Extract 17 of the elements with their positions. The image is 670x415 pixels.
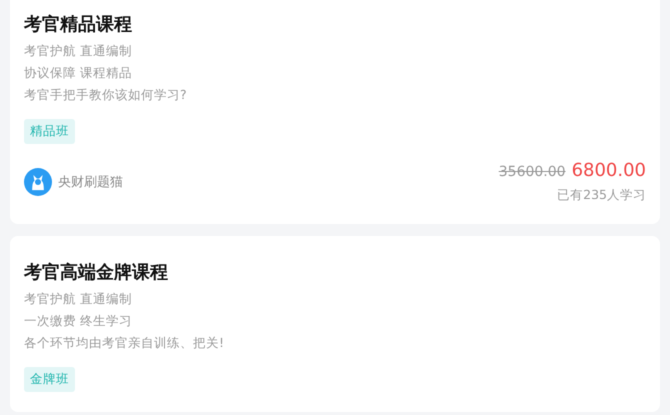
price: 6800.00 xyxy=(572,160,646,181)
learner-count: 已有235人学习 xyxy=(557,187,646,204)
course-card[interactable]: 考官精品课程 考官护航 直通编制 协议保障 课程精品 考官手把手教你该如何学习? 精品班 央财刷题猫 35600.00 6800.00 已有235人学习 xyxy=(10,0,660,224)
class-tag: 金牌班 xyxy=(24,367,75,392)
course-feature: 协议保障 课程精品 xyxy=(24,64,133,82)
class-tag: 精品班 xyxy=(24,119,75,144)
cat-avatar-icon xyxy=(24,168,52,196)
course-feature: 考官护航 直通编制 xyxy=(24,42,133,60)
course-card[interactable]: 考官高端金牌课程 考官护航 直通编制 一次缴费 终生学习 各个环节均由考官亲自训练、把关! 金牌班 xyxy=(10,236,660,412)
provider-name: 央财刷题猫 xyxy=(58,174,123,191)
course-feature: 考官手把手教你该如何学习? xyxy=(24,86,188,104)
course-feature: 考官护航 直通编制 xyxy=(24,290,133,308)
course-title: 考官高端金牌课程 xyxy=(24,261,169,285)
course-feature: 各个环节均由考官亲自训练、把关! xyxy=(24,334,226,352)
course-title: 考官精品课程 xyxy=(24,13,133,37)
course-feature: 一次缴费 终生学习 xyxy=(24,312,133,330)
original-price: 35600.00 xyxy=(498,164,566,180)
